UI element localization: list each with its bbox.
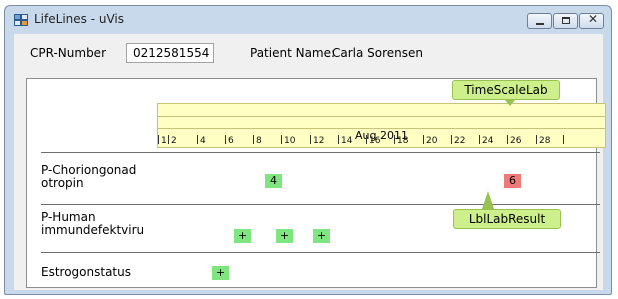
patient-name-label: Patient Name: [250,46,336,60]
minimize-icon[interactable] [527,13,552,29]
lifeline-row [41,204,600,205]
row-label-human-immundefektvirus: P-Human immundefektviru [41,210,145,237]
time-scale-tick: 22 [451,135,465,146]
time-scale-band [158,116,605,129]
time-scale-tick: 16 [366,135,380,146]
time-scale-tick: 1 [158,135,167,146]
lab-result-marker[interactable]: 4 [265,174,282,188]
app-icon [14,14,28,26]
lab-result-marker[interactable]: + [313,229,330,243]
lifelines-panel: Aug 2011 1 2 4 6 8 10 12 14 16 18 20 22 … [26,78,606,288]
lab-result-marker[interactable]: + [276,229,293,243]
lab-result-marker-abnormal[interactable]: 6 [504,174,521,188]
time-scale-tick: 26 [507,135,521,146]
title-bar[interactable]: LifeLines - uVis ✕ [5,6,611,32]
patient-name-value: Carla Sorensen [332,46,424,60]
time-scale-tick: 8 [253,135,262,146]
window-title: LifeLines - uVis [34,12,124,26]
row-label-choriongonadotropin: P-Choriongonad otropin [41,163,137,190]
cpr-number-field[interactable]: 0212581554 [126,43,214,63]
app-window: LifeLines - uVis ✕ CPR-Number 0212581554… [4,5,612,295]
time-scale-tick: 20 [423,135,437,146]
time-scale-tick [563,135,566,146]
form-client-area: CPR-Number 0212581554 Patient Name: Carl… [14,34,606,290]
lifeline-row [41,152,600,153]
row-label-estrogonstatus: Estrogonstatus [41,265,131,279]
time-scale-tick: 18 [394,135,408,146]
close-icon[interactable]: ✕ [579,12,604,29]
cpr-label: CPR-Number [30,46,107,60]
time-scale-tick: 4 [197,135,206,146]
lab-result-marker[interactable]: + [234,229,251,243]
maximize-icon[interactable] [553,13,578,29]
lab-result-marker[interactable]: + [212,266,229,280]
time-scale-tick: 6 [225,135,234,146]
time-scale-tick: 28 [536,135,550,146]
lifeline-row [41,252,600,253]
time-scale-tick: 10 [281,135,295,146]
time-scale-tick: 2 [168,135,177,146]
callout-pointer [482,191,494,209]
callout-pointer [505,100,515,106]
time-scale-tick: 14 [338,135,352,146]
lab-result-callout: LblLabResult [453,209,561,229]
time-scale: Aug 2011 1 2 4 6 8 10 12 14 16 18 20 22 … [157,103,606,148]
time-scale-tick: 12 [310,135,324,146]
time-scale-tick: 24 [479,135,493,146]
timescale-callout: TimeScaleLab [452,80,560,100]
